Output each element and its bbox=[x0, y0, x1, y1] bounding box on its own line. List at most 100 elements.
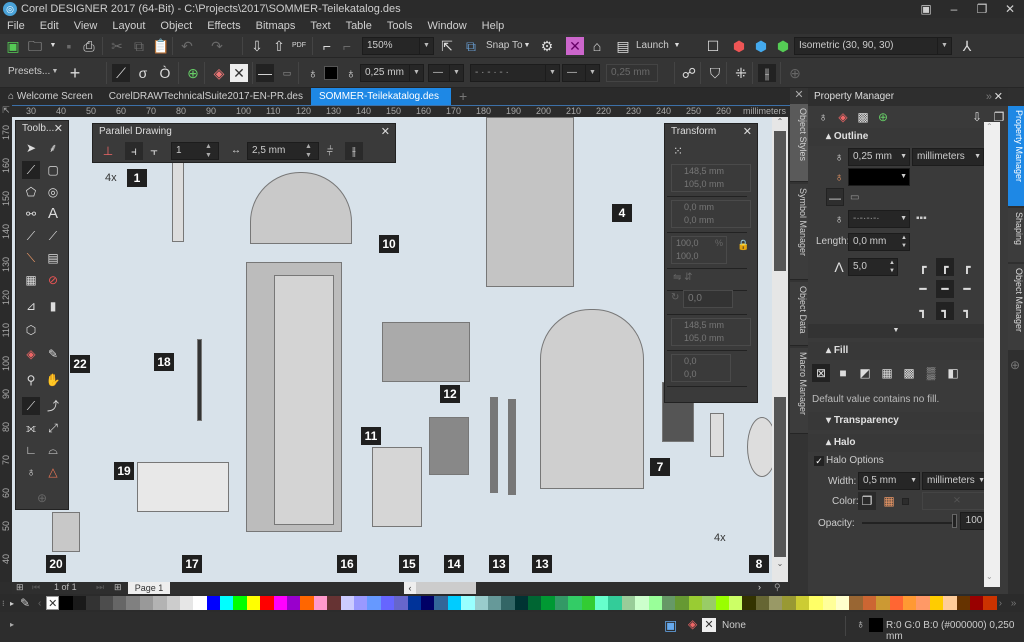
skew-y[interactable]: 0,0 bbox=[684, 368, 730, 381]
tab-sommer-teilekatalog[interactable]: SOMMER-Teilekatalog.des bbox=[310, 88, 451, 105]
color-swatch[interactable] bbox=[956, 596, 970, 610]
new-document-icon[interactable]: ▣ bbox=[4, 37, 22, 55]
line-mode-icon[interactable]: ⟋ bbox=[112, 64, 130, 82]
position-outside-icon[interactable]: ┓ bbox=[914, 302, 932, 320]
scroll-right-icon[interactable]: › bbox=[758, 582, 761, 592]
palette-expand-icon[interactable]: ▸ bbox=[10, 599, 20, 608]
color-swatch[interactable] bbox=[903, 596, 917, 610]
scroll-down-icon[interactable]: ⌄ bbox=[774, 559, 786, 571]
outline-color-picker[interactable]: ▼ bbox=[848, 168, 910, 186]
projection-select[interactable]: Isometric (30, 90, 30) ▼ bbox=[794, 37, 952, 55]
callout-label[interactable]: 1 bbox=[127, 169, 147, 187]
center-x[interactable]: 148,5 mm bbox=[684, 319, 750, 332]
color-swatch[interactable] bbox=[193, 596, 207, 610]
tab-object-manager[interactable]: Object Manager bbox=[1008, 264, 1024, 350]
position-y[interactable]: 105,0 mm bbox=[684, 178, 750, 191]
color-swatch[interactable] bbox=[340, 596, 354, 610]
convert-to-curves-icon[interactable]: ⛉ bbox=[706, 64, 724, 82]
pick-tool-icon[interactable]: ➤ bbox=[22, 139, 40, 157]
color-swatch[interactable] bbox=[822, 596, 837, 610]
color-swatch[interactable] bbox=[782, 596, 796, 610]
zoom-tool-icon[interactable]: ⚲ bbox=[22, 371, 40, 389]
import-icon[interactable]: ⇩ bbox=[248, 37, 266, 55]
distance-spinner[interactable]: ▲ ▼ bbox=[305, 142, 312, 160]
dynamic-guides-icon[interactable]: ✕ bbox=[566, 37, 584, 55]
fill-icon[interactable]: ◈ bbox=[834, 108, 852, 126]
callout-tool-icon[interactable]: ⊘ bbox=[44, 271, 62, 289]
corel-connect-icon[interactable]: ⌐ bbox=[338, 37, 356, 55]
miter-spinner[interactable]: ▲ ▼ bbox=[889, 259, 895, 275]
redo-icon[interactable]: ↷ bbox=[208, 37, 226, 55]
color-swatch[interactable] bbox=[876, 596, 890, 610]
expand-icon[interactable]: ▼ bbox=[808, 324, 984, 338]
bitmap-pattern-fill-icon[interactable]: ▩ bbox=[900, 364, 918, 382]
sheet-tool-icon[interactable]: ▤ bbox=[44, 249, 62, 267]
projection-axes-icon[interactable]: ⅄ bbox=[958, 37, 976, 55]
ruler-origin-icon[interactable]: ⇱ bbox=[0, 105, 12, 117]
color-swatch[interactable] bbox=[300, 596, 314, 610]
rotate-field[interactable]: 0,0 bbox=[683, 290, 733, 308]
close-button[interactable]: ✕ bbox=[996, 0, 1024, 18]
outline-color-swatch[interactable] bbox=[324, 66, 338, 80]
pen-tool-icon[interactable]: ♁ bbox=[22, 463, 40, 481]
color-swatch[interactable] bbox=[153, 596, 167, 610]
halo-icon[interactable]: ⊕ bbox=[874, 108, 892, 126]
tab-property-manager[interactable]: Property Manager bbox=[1008, 106, 1024, 206]
color-swatch[interactable] bbox=[461, 596, 475, 610]
halo-opacity-slider[interactable] bbox=[862, 522, 954, 524]
color-swatch[interactable] bbox=[541, 596, 555, 610]
callout-label[interactable]: 17 bbox=[182, 555, 202, 573]
color-swatch[interactable] bbox=[380, 596, 395, 610]
color-swatch[interactable] bbox=[434, 596, 448, 610]
line-style-icon[interactable]: — bbox=[256, 64, 274, 82]
scroll-up-icon[interactable]: ⌃ bbox=[986, 122, 993, 131]
callout-label[interactable]: 20 bbox=[46, 555, 66, 573]
scroll-left-icon[interactable]: ‹ bbox=[404, 582, 416, 594]
menu-table[interactable]: Table bbox=[339, 20, 380, 32]
line-tool-icon[interactable]: ⟋ bbox=[44, 227, 62, 245]
close-icon[interactable]: ✕ bbox=[54, 121, 63, 137]
projection-right-icon[interactable]: ⬢ bbox=[774, 37, 792, 55]
bracket-part[interactable] bbox=[710, 413, 724, 457]
color-swatch[interactable] bbox=[367, 596, 381, 610]
horizontal-ruler[interactable]: 30 40 50 60 70 80 90 100 110 120 130 140 150 160 170 18… bbox=[12, 105, 790, 117]
circle-mode-icon[interactable]: Ò bbox=[156, 64, 174, 82]
cap-round-icon[interactable]: ━ bbox=[936, 280, 954, 298]
color-swatch[interactable] bbox=[862, 596, 877, 610]
menu-text[interactable]: Text bbox=[303, 20, 338, 32]
color-swatch[interactable] bbox=[99, 596, 113, 610]
line-style-select[interactable]: -·-·-·-· ▼ bbox=[848, 210, 910, 228]
outline-units-select[interactable]: millimeters ▼ bbox=[912, 148, 984, 166]
scale-height[interactable]: 100,0 bbox=[676, 250, 726, 263]
print-icon[interactable]: ⎙ bbox=[80, 37, 98, 55]
3d-object-tool-icon[interactable]: ⬡ bbox=[22, 321, 40, 339]
color-swatch[interactable] bbox=[487, 596, 502, 610]
controller-box-part[interactable] bbox=[137, 462, 229, 512]
page-tab[interactable]: Page 1 bbox=[128, 582, 170, 594]
line-style-icon[interactable]: — bbox=[826, 188, 844, 206]
menu-help[interactable]: Help bbox=[475, 20, 513, 32]
blend-tool-icon[interactable]: ⟍ bbox=[22, 249, 40, 267]
color-swatch[interactable] bbox=[126, 596, 140, 610]
color-swatch[interactable] bbox=[273, 596, 288, 610]
add-toolbar-item-icon[interactable]: ⊕ bbox=[786, 64, 804, 82]
text-tool-icon[interactable]: A bbox=[44, 205, 62, 223]
tab-shaping[interactable]: Shaping bbox=[1008, 208, 1024, 262]
callout-label[interactable]: 10 bbox=[379, 235, 399, 253]
cut-icon[interactable]: ✂ bbox=[108, 37, 126, 55]
projection-left-icon[interactable]: ⬢ bbox=[752, 37, 770, 55]
new-tab-button[interactable]: + bbox=[451, 88, 475, 105]
color-swatch[interactable] bbox=[889, 596, 903, 610]
color-swatch[interactable] bbox=[916, 596, 930, 610]
parallel-line-icon[interactable]: ⊥ bbox=[99, 142, 117, 160]
zoom-level-select[interactable]: 150% ▼ bbox=[362, 37, 434, 55]
tab-technical-suite[interactable]: CorelDRAWTechnicalSuite2017-EN-PR.des bbox=[101, 88, 311, 105]
color-swatch[interactable] bbox=[528, 596, 542, 610]
color-swatch[interactable] bbox=[394, 596, 408, 610]
length-spinner[interactable]: ▲ ▼ bbox=[901, 234, 907, 250]
color-swatch[interactable] bbox=[313, 596, 328, 610]
center-y[interactable]: 105,0 mm bbox=[684, 332, 750, 345]
color-swatch[interactable] bbox=[661, 596, 676, 610]
paste-icon[interactable]: 📋 bbox=[152, 37, 170, 55]
texture-fill-icon[interactable]: ▒ bbox=[922, 364, 940, 382]
